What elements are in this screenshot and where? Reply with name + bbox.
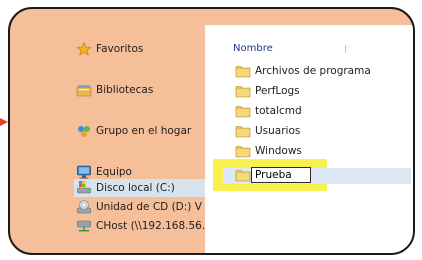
folder-label: Windows [255, 145, 302, 157]
navigation-pane: Favoritos Bibliotecas Grupo en el hogar [70, 9, 234, 253]
folder-label: PerfLogs [255, 85, 300, 97]
folder-icon [235, 146, 251, 158]
column-header-name[interactable]: Nombre [233, 43, 273, 54]
folder-item[interactable]: Windows [235, 142, 302, 160]
column-divider [345, 45, 346, 53]
nav-local-disk[interactable]: Disco local (C:) [76, 179, 175, 197]
folder-icon [235, 126, 251, 138]
nav-favorites-label: Favoritos [96, 43, 144, 55]
callout-frame: Favoritos Bibliotecas Grupo en el hogar [8, 7, 415, 255]
computer-icon [77, 165, 91, 179]
folder-item[interactable]: Archivos de programa [235, 62, 371, 80]
folder-icon [235, 106, 251, 118]
nav-cd-drive-label: Unidad de CD (D:) V [96, 201, 202, 213]
nav-cd-drive[interactable]: Unidad de CD (D:) V [76, 198, 202, 216]
folder-item[interactable]: PerfLogs [235, 82, 300, 100]
nav-favorites[interactable]: Favoritos [76, 40, 143, 58]
cd-drive-icon [77, 200, 91, 214]
folder-item[interactable]: totalcmd [235, 102, 302, 120]
folder-icon [235, 86, 251, 98]
hard-drive-icon [77, 181, 91, 194]
homegroup-icon [78, 126, 90, 137]
folder-label: totalcmd [255, 105, 302, 117]
folder-item[interactable]: Usuarios [235, 122, 300, 140]
nav-local-disk-label: Disco local (C:) [96, 182, 175, 194]
file-list-pane: Nombre Archivos de programa PerfLogs tot… [205, 25, 413, 253]
network-drive-icon [77, 220, 91, 232]
nav-network-share-label: CHost (\\192.168.56. [96, 220, 206, 232]
folder-icon [235, 170, 251, 182]
nav-homegroup[interactable]: Grupo en el hogar [76, 122, 191, 140]
callout-arrow-icon [0, 118, 8, 126]
folder-label: Archivos de programa [255, 65, 371, 77]
rename-input[interactable]: Prueba [251, 167, 311, 183]
nav-homegroup-label: Grupo en el hogar [96, 125, 192, 137]
library-icon [76, 85, 92, 97]
folder-icon [235, 66, 251, 78]
folder-label: Usuarios [255, 125, 301, 137]
nav-computer-label: Equipo [96, 166, 132, 178]
nav-network-share[interactable]: CHost (\\192.168.56. [76, 217, 205, 235]
nav-libraries[interactable]: Bibliotecas [76, 81, 153, 99]
nav-libraries-label: Bibliotecas [96, 84, 154, 96]
star-icon [76, 41, 92, 56]
